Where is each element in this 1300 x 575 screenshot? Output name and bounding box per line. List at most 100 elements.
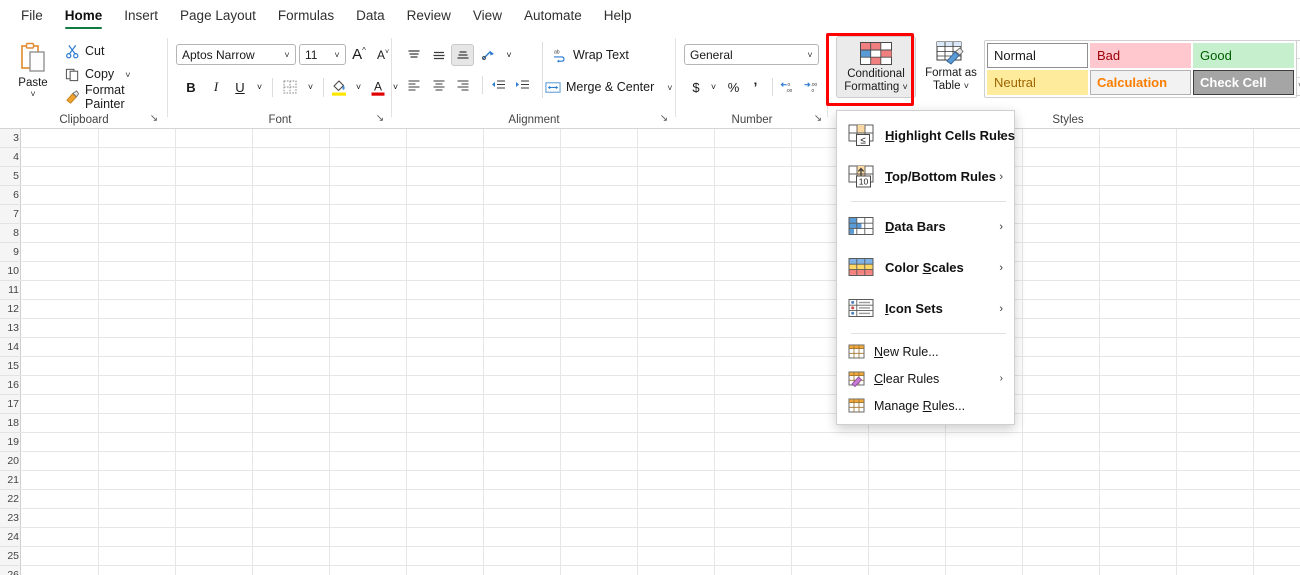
grid-row[interactable] [21, 281, 1300, 300]
increase-font-size-button[interactable]: A^ [348, 44, 370, 65]
format-as-table-button[interactable]: Format as Table ˅ [920, 36, 982, 98]
accounting-chevron-down-icon[interactable]: ˅ [707, 76, 720, 98]
paste-button[interactable]: Paste ˅ [8, 38, 58, 116]
menu-item-color-scales[interactable]: Color Scales › [837, 247, 1014, 288]
underline-button[interactable]: U [229, 76, 251, 98]
row-header-7[interactable]: 7 [0, 205, 21, 224]
row-header-13[interactable]: 13 [0, 319, 21, 338]
decrease-decimal-button[interactable]: .00 0 [800, 76, 822, 98]
menu-item-top-bottom-rules[interactable]: 10 Top/Bottom Rules › [837, 156, 1014, 197]
row-header-17[interactable]: 17 [0, 395, 21, 414]
fill-color-button[interactable] [328, 75, 350, 99]
grid-row[interactable] [21, 300, 1300, 319]
cell-style-neutral[interactable]: Neutral [987, 70, 1088, 95]
alignment-dialog-launcher-icon[interactable]: ↘ [658, 113, 670, 125]
grid-row[interactable] [21, 319, 1300, 338]
tab-file[interactable]: File [10, 4, 54, 28]
row-header-4[interactable]: 4 [0, 148, 21, 167]
align-center-button[interactable] [427, 74, 450, 96]
number-dialog-launcher-icon[interactable]: ↘ [812, 113, 824, 125]
row-header-16[interactable]: 16 [0, 376, 21, 395]
percent-format-button[interactable]: % [723, 76, 744, 98]
row-header-6[interactable]: 6 [0, 186, 21, 205]
row-header-23[interactable]: 23 [0, 509, 21, 528]
cell-styles-scrollbar[interactable]: ˄ ˅ ˅ [1296, 40, 1300, 96]
align-middle-button[interactable] [427, 44, 450, 66]
grid-row[interactable] [21, 129, 1300, 148]
font-name-input[interactable]: Aptos Narrow ˅ [176, 44, 296, 65]
row-header-12[interactable]: 12 [0, 300, 21, 319]
format-painter-button[interactable]: Format Painter [62, 83, 168, 111]
grid-row[interactable] [21, 528, 1300, 547]
increase-indent-button[interactable] [511, 74, 534, 96]
font-name-chevron-down-icon[interactable]: ˅ [279, 50, 295, 60]
tab-view[interactable]: View [462, 4, 513, 28]
accounting-format-button[interactable]: $ [686, 76, 706, 98]
italic-button[interactable]: I [205, 76, 227, 98]
font-size-chevron-down-icon[interactable]: ˅ [329, 50, 345, 60]
grid-row[interactable] [21, 471, 1300, 490]
menu-item-clear-rules[interactable]: Clear Rules › [837, 365, 1014, 392]
tab-page-layout[interactable]: Page Layout [169, 4, 267, 28]
orientation-chevron-down-icon[interactable]: ˅ [502, 44, 516, 66]
merge-center-chevron-down-icon[interactable]: ˅ [667, 83, 672, 92]
cell-style-bad[interactable]: Bad [1090, 43, 1191, 68]
tab-data[interactable]: Data [345, 4, 396, 28]
grid-row[interactable] [21, 167, 1300, 186]
grid-row[interactable] [21, 414, 1300, 433]
decrease-indent-button[interactable] [487, 74, 510, 96]
menu-item-new-rule[interactable]: New Rule... [837, 338, 1014, 365]
orientation-button[interactable] [478, 44, 500, 66]
copy-button[interactable]: Copy ˅ [62, 64, 133, 84]
fill-color-chevron-down-icon[interactable]: ˅ [351, 76, 366, 98]
grid-row[interactable] [21, 243, 1300, 262]
tab-review[interactable]: Review [396, 4, 462, 28]
spreadsheet-grid[interactable]: 3 4 5 6 7 8 9 10 11 12 13 14 15 16 17 18 19 20 21 22 23 24 25 2… [0, 129, 1300, 575]
copy-chevron-down-icon[interactable]: ˅ [125, 70, 130, 79]
row-header-9[interactable]: 9 [0, 243, 21, 262]
align-right-button[interactable] [451, 74, 474, 96]
comma-format-button[interactable]: ’ [745, 76, 766, 98]
borders-chevron-down-icon[interactable]: ˅ [303, 76, 318, 98]
tab-home[interactable]: Home [54, 4, 114, 29]
row-header-10[interactable]: 10 [0, 262, 21, 281]
menu-item-highlight-cells-rules[interactable]: ≤ Highlight Cells Rules › [837, 115, 1015, 156]
cut-button[interactable]: Cut [62, 41, 107, 61]
row-header-25[interactable]: 25 [0, 547, 21, 566]
grid-row[interactable] [21, 148, 1300, 167]
menu-item-manage-rules[interactable]: Manage Rules... [837, 392, 1014, 419]
row-header-14[interactable]: 14 [0, 338, 21, 357]
row-header-8[interactable]: 8 [0, 224, 21, 243]
row-header-11[interactable]: 11 [0, 281, 21, 300]
menu-item-icon-sets[interactable]: Icon Sets › [837, 288, 1014, 329]
grid-row[interactable] [21, 452, 1300, 471]
grid-row[interactable] [21, 376, 1300, 395]
align-top-button[interactable] [402, 44, 425, 66]
bold-button[interactable]: B [180, 76, 202, 98]
underline-chevron-down-icon[interactable]: ˅ [252, 76, 267, 98]
tab-formulas[interactable]: Formulas [267, 4, 345, 28]
number-format-chevron-down-icon[interactable]: ˅ [802, 50, 818, 60]
row-header-26[interactable]: 26 [0, 566, 21, 575]
row-header-24[interactable]: 24 [0, 528, 21, 547]
clipboard-dialog-launcher-icon[interactable]: ↘ [148, 113, 160, 125]
increase-decimal-button[interactable]: 0 .00 [777, 76, 799, 98]
row-header-21[interactable]: 21 [0, 471, 21, 490]
grid-row[interactable] [21, 262, 1300, 281]
row-header-19[interactable]: 19 [0, 433, 21, 452]
cell-style-good[interactable]: Good [1193, 43, 1294, 68]
grid-row[interactable] [21, 547, 1300, 566]
row-header-20[interactable]: 20 [0, 452, 21, 471]
row-header-15[interactable]: 15 [0, 357, 21, 376]
grid-row[interactable] [21, 509, 1300, 528]
conditional-formatting-chevron-down-icon[interactable]: ˅ [902, 82, 907, 92]
cell-style-calculation[interactable]: Calculation [1090, 70, 1191, 95]
row-header-3[interactable]: 3 [0, 129, 21, 148]
wrap-text-button[interactable]: ab Wrap Text [550, 45, 632, 65]
borders-button[interactable] [278, 76, 302, 98]
align-bottom-button[interactable] [451, 44, 474, 66]
align-left-button[interactable] [402, 74, 425, 96]
menu-item-data-bars[interactable]: Data Bars › [837, 206, 1014, 247]
grid-row[interactable] [21, 490, 1300, 509]
number-format-select[interactable]: General ˅ [684, 44, 819, 65]
